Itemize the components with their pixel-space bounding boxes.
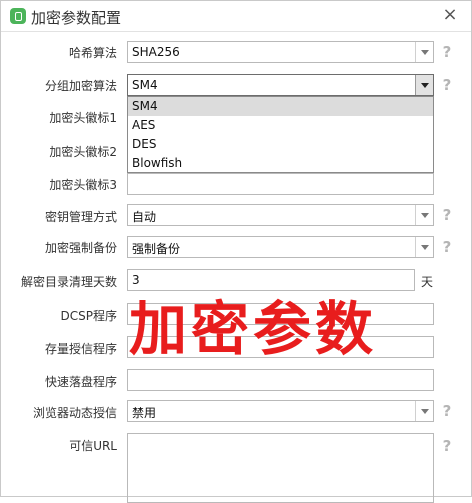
- header3-input[interactable]: [127, 173, 434, 195]
- config-dialog: 加密参数配置 × 哈希算法 SHA256 ? 分组加密算法 SM4 ? SM4 …: [0, 0, 472, 503]
- app-icon: [10, 8, 26, 24]
- close-icon[interactable]: ×: [439, 4, 461, 26]
- help-icon[interactable]: ?: [441, 206, 453, 224]
- key-mgmt-select[interactable]: 自动: [127, 204, 434, 226]
- title-bar: 加密参数配置 ×: [1, 1, 471, 31]
- help-icon[interactable]: ?: [441, 238, 453, 256]
- trusted-url-textarea[interactable]: [127, 433, 434, 503]
- dialog-title: 加密参数配置: [31, 9, 122, 27]
- cleanup-days-value: 3: [132, 273, 140, 287]
- hash-value: SHA256: [132, 45, 180, 59]
- help-icon[interactable]: ?: [441, 43, 453, 61]
- chevron-down-icon[interactable]: [415, 237, 433, 257]
- watermark-text: 加密参数: [129, 295, 378, 363]
- browser-auth-select[interactable]: 禁用: [127, 400, 434, 422]
- force-backup-label: 加密强制备份: [44, 241, 117, 255]
- title-divider: [1, 31, 471, 32]
- days-unit: 天: [421, 275, 434, 289]
- browser-auth-label: 浏览器动态授信: [32, 406, 117, 420]
- hash-label: 哈希算法: [68, 46, 117, 60]
- dropdown-option-des[interactable]: DES: [128, 135, 433, 154]
- cleanup-days-input[interactable]: 3: [127, 269, 415, 291]
- dropdown-option-aes[interactable]: AES: [128, 116, 433, 135]
- storage-auth-label: 存量授信程序: [44, 342, 117, 356]
- help-icon[interactable]: ?: [441, 437, 453, 455]
- browser-auth-value: 禁用: [132, 406, 157, 420]
- dcsp-label: DCSP程序: [60, 309, 117, 323]
- help-icon[interactable]: ?: [441, 76, 453, 94]
- header1-label: 加密头徽标1: [49, 111, 117, 125]
- group-alg-select[interactable]: SM4: [127, 74, 434, 96]
- key-mgmt-label: 密钥管理方式: [44, 210, 117, 224]
- group-alg-dropdown: SM4 AES DES Blowfish: [127, 96, 434, 173]
- chevron-down-icon[interactable]: [415, 401, 433, 421]
- dropdown-option-blowfish[interactable]: Blowfish: [128, 154, 433, 173]
- help-icon[interactable]: ?: [441, 402, 453, 420]
- header3-label: 加密头徽标3: [49, 178, 117, 192]
- cleanup-days-label: 解密目录清理天数: [20, 275, 117, 289]
- group-alg-value: SM4: [132, 78, 158, 92]
- force-backup-value: 强制备份: [132, 242, 181, 256]
- fast-save-input[interactable]: [127, 369, 434, 391]
- key-mgmt-value: 自动: [132, 210, 157, 224]
- force-backup-select[interactable]: 强制备份: [127, 236, 434, 258]
- header2-label: 加密头徽标2: [49, 145, 117, 159]
- hash-select[interactable]: SHA256: [127, 41, 434, 63]
- dropdown-option-sm4[interactable]: SM4: [128, 97, 433, 116]
- chevron-down-icon[interactable]: [415, 42, 433, 62]
- trusted-url-label: 可信URL: [69, 439, 117, 453]
- fast-save-label: 快速落盘程序: [44, 375, 117, 389]
- group-alg-label: 分组加密算法: [44, 79, 117, 93]
- chevron-down-icon[interactable]: [415, 205, 433, 225]
- chevron-down-icon[interactable]: [415, 75, 433, 95]
